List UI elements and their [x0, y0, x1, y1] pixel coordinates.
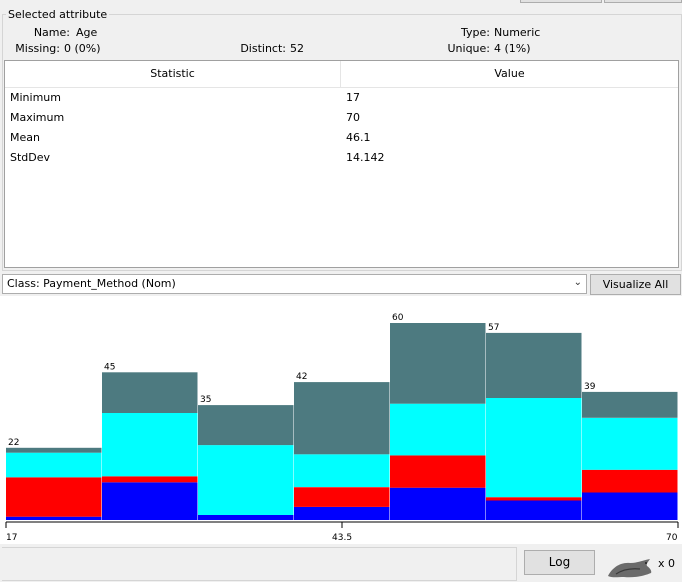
distinct-label: Distinct:: [240, 42, 286, 55]
bin-count-label: 45: [104, 362, 115, 372]
histogram-bar-segment: [198, 445, 294, 515]
visualize-all-button[interactable]: Visualize All: [590, 274, 681, 295]
histogram-bar-segment: [6, 477, 102, 517]
histogram-bar-segment: [102, 372, 198, 413]
histogram-bar-segment: [6, 447, 102, 453]
top-button-1[interactable]: [520, 0, 602, 3]
class-histogram: 22 45 35 42 60 57 39 17 43.5 70: [0, 296, 682, 544]
name-value: Age: [76, 26, 98, 39]
value-cell: 70: [346, 111, 360, 124]
bin-count-label: 42: [296, 372, 307, 382]
running-tasks-count: x 0: [658, 557, 676, 570]
bin-count-label: 57: [488, 323, 499, 333]
histogram-bar-segment: [102, 476, 198, 483]
column-header-statistic[interactable]: Statistic: [5, 61, 340, 87]
type-label: Type:: [461, 26, 490, 39]
histogram-bar-segment: [582, 391, 678, 418]
top-button-2[interactable]: [604, 0, 682, 3]
histogram-bar-segment: [198, 515, 294, 520]
histogram-bar-segment: [486, 332, 582, 398]
histogram-bar-segment: [486, 397, 582, 498]
column-header-value[interactable]: Value: [341, 61, 678, 87]
value-cell: 46.1: [346, 131, 371, 144]
status-bar: [2, 547, 517, 581]
log-button[interactable]: Log: [524, 550, 595, 575]
histogram-bar-segment: [102, 482, 198, 520]
bin-count-label: 35: [200, 395, 211, 405]
bin-count-label: 22: [8, 438, 19, 448]
class-attribute-value: Class: Payment_Method (Nom): [7, 277, 176, 290]
histogram-bar-segment: [582, 417, 678, 470]
histogram-bar-segment: [6, 516, 102, 520]
histogram-bar-segment: [102, 413, 198, 477]
statistic-cell: Mean: [10, 131, 40, 144]
missing-value: 0 (0%): [64, 42, 101, 55]
weka-bird-icon[interactable]: [606, 556, 654, 580]
histogram-bar-segment: [582, 492, 678, 520]
histogram-bar-segment: [390, 487, 486, 520]
bin-count-label: 60: [392, 313, 404, 323]
histogram-bar-segment: [294, 382, 390, 455]
histogram-bar-segment: [390, 323, 486, 404]
histogram-bar-segment: [198, 405, 294, 446]
histogram-bar-segment: [294, 487, 390, 507]
unique-value: 4 (1%): [494, 42, 531, 55]
histogram-bar-segment: [582, 469, 678, 493]
name-label: Name:: [33, 26, 70, 39]
statistics-table[interactable]: Statistic Value Minimum 17 Maximum 70 Me…: [4, 60, 679, 268]
chevron-down-icon[interactable]: ⌄: [574, 277, 582, 288]
table-header: Statistic Value: [5, 61, 678, 88]
unique-label: Unique:: [447, 42, 490, 55]
histogram-bar-segment: [390, 403, 486, 456]
value-cell: 17: [346, 91, 360, 104]
class-attribute-select[interactable]: Class: Payment_Method (Nom) ⌄: [2, 274, 587, 294]
missing-label: Missing:: [15, 42, 60, 55]
histogram-bar-segment: [486, 500, 582, 520]
histogram-chart: 22 45 35 42 60 57 39 17 43.5 70: [5, 313, 679, 543]
bin-count-label: 39: [584, 382, 596, 392]
statistic-cell: Minimum: [10, 91, 61, 104]
distinct-value: 52: [290, 42, 304, 55]
histogram-bar-segment: [390, 455, 486, 488]
statistic-cell: Maximum: [10, 111, 65, 124]
x-tick-label: 70: [666, 533, 678, 543]
histogram-bar-segment: [486, 497, 582, 501]
selected-attribute-legend: Selected attribute: [6, 8, 110, 21]
x-tick-label: 17: [6, 533, 17, 543]
histogram-bar-segment: [6, 452, 102, 478]
x-tick-label: 43.5: [332, 533, 352, 543]
type-value: Numeric: [494, 26, 541, 39]
histogram-bar-segment: [294, 506, 390, 520]
histogram-bar-segment: [294, 454, 390, 488]
statistic-cell: StdDev: [10, 151, 51, 164]
value-cell: 14.142: [346, 151, 385, 164]
